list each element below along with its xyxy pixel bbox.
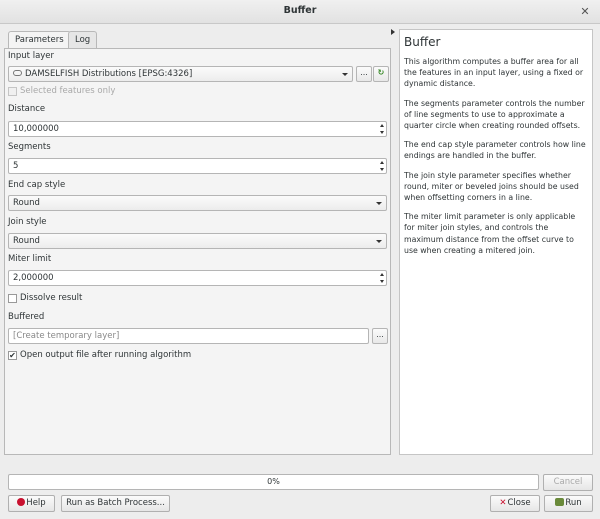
close-button-label: Close	[507, 498, 531, 508]
run-icon	[555, 498, 565, 506]
buffered-browse-button[interactable]: ...	[372, 328, 388, 344]
miter-limit-label: Miter limit	[8, 254, 52, 264]
selected-features-label: Selected features only	[20, 86, 116, 96]
chevron-down-icon	[342, 73, 348, 76]
spin-down-icon[interactable]	[380, 280, 384, 283]
help-paragraph: The miter limit parameter is only applic…	[404, 212, 576, 255]
spin-buttons[interactable]	[377, 271, 386, 285]
input-layer-browse-button[interactable]: ...	[356, 66, 372, 82]
open-output-label: Open output file after running algorithm	[20, 350, 192, 360]
input-layer-combo[interactable]: DAMSELFISH Distributions [EPSG:4326]	[8, 66, 353, 82]
chevron-down-icon	[376, 240, 382, 243]
spin-up-icon[interactable]	[380, 273, 384, 276]
parameters-panel	[4, 48, 391, 455]
segments-label: Segments	[8, 142, 51, 152]
input-layer-label: Input layer	[8, 51, 55, 61]
help-panel: Buffer This algorithm computes a buffer …	[399, 29, 593, 455]
help-paragraph: The segments parameter controls the numb…	[404, 98, 585, 131]
iterate-icon: ↻	[377, 68, 385, 77]
help-title: Buffer	[404, 35, 441, 49]
chevron-down-icon	[376, 202, 382, 205]
spin-buttons[interactable]	[377, 122, 386, 136]
help-button[interactable]: Help	[8, 495, 55, 512]
batch-process-button[interactable]: Run as Batch Process...	[61, 495, 170, 512]
spin-down-icon[interactable]	[380, 168, 384, 171]
help-paragraph: The end cap style parameter controls how…	[404, 140, 586, 161]
spin-down-icon[interactable]	[380, 131, 384, 134]
help-paragraph: The join style parameter specifies wheth…	[404, 170, 579, 203]
distance-value: 10,000000	[13, 124, 59, 134]
polygon-layer-icon	[13, 70, 22, 76]
spin-up-icon[interactable]	[380, 161, 384, 164]
close-icon: ✕	[499, 498, 507, 508]
input-layer-value: DAMSELFISH Distributions [EPSG:4326]	[25, 69, 193, 79]
selected-features-checkbox[interactable]	[8, 87, 17, 96]
dissolve-label: Dissolve result	[20, 293, 83, 303]
spin-buttons[interactable]	[377, 159, 386, 173]
progress-bar: 0%	[8, 474, 539, 490]
run-button[interactable]: Run	[544, 495, 593, 512]
tab-log[interactable]: Log	[68, 31, 98, 49]
distance-spinbox[interactable]: 10,000000	[8, 121, 387, 137]
buffered-label: Buffered	[8, 312, 45, 322]
segments-spinbox[interactable]: 5	[8, 158, 387, 174]
spin-up-icon[interactable]	[380, 124, 384, 127]
run-button-label: Run	[565, 498, 582, 508]
close-button[interactable]: ✕Close	[490, 495, 540, 512]
end-cap-combo[interactable]: Round	[8, 195, 387, 211]
help-paragraph: This algorithm computes a buffer area fo…	[404, 57, 584, 89]
window-title: Buffer	[283, 5, 317, 16]
miter-limit-spinbox[interactable]: 2,000000	[8, 270, 387, 286]
join-style-combo[interactable]: Round	[8, 233, 387, 249]
end-cap-label: End cap style	[8, 180, 66, 190]
splitter-arrow-icon[interactable]	[391, 29, 395, 35]
help-icon	[17, 498, 26, 506]
help-button-label: Help	[26, 498, 46, 508]
title-bar: Buffer ✕	[0, 0, 600, 24]
open-output-checkbox[interactable]: ✔	[8, 351, 17, 360]
end-cap-value: Round	[13, 198, 40, 208]
distance-label: Distance	[8, 104, 46, 114]
join-style-value: Round	[13, 236, 40, 246]
dissolve-checkbox[interactable]	[8, 294, 17, 303]
join-style-label: Join style	[8, 217, 47, 227]
progress-text: 0%	[267, 477, 280, 486]
cancel-button[interactable]: Cancel	[543, 474, 593, 491]
segments-value: 5	[13, 161, 19, 171]
iterate-features-button[interactable]: ↻	[373, 66, 389, 82]
miter-limit-value: 2,000000	[13, 273, 54, 283]
window-close-icon[interactable]: ✕	[576, 3, 594, 21]
buffered-output-field[interactable]: [Create temporary layer]	[8, 328, 369, 344]
